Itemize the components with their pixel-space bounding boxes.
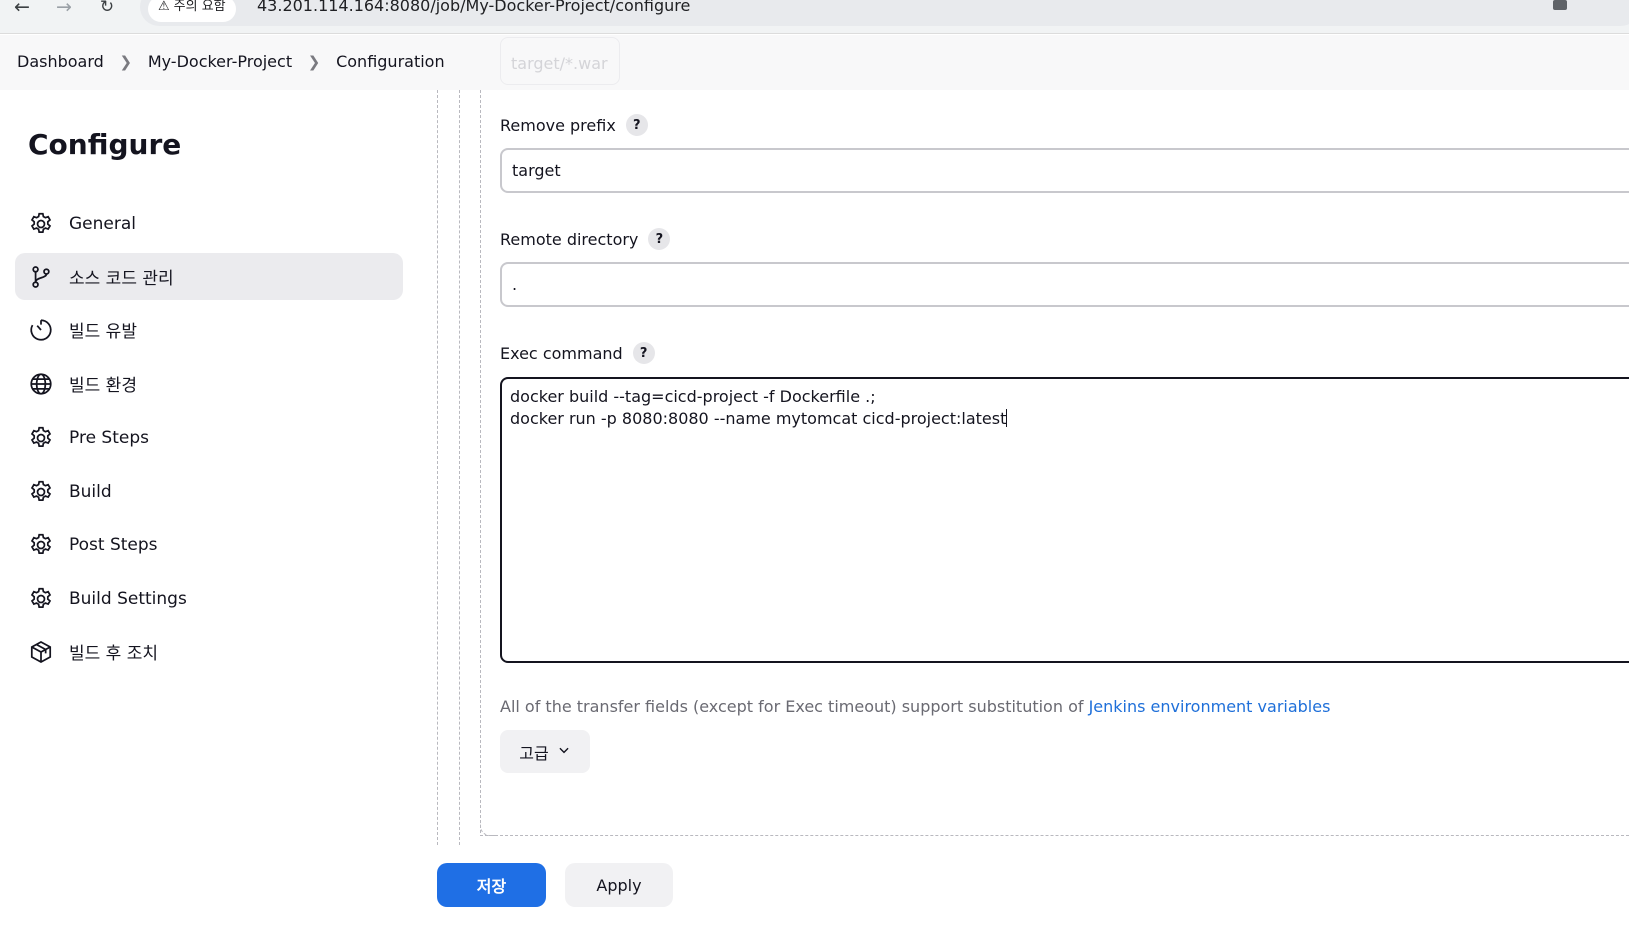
section-guide-corner bbox=[480, 822, 496, 836]
advanced-label: 고급 bbox=[519, 743, 549, 763]
exec-command-label: Exec command ? bbox=[500, 342, 655, 364]
back-arrow-icon[interactable]: ← bbox=[10, 0, 34, 18]
scrolled-field: target/*.war bbox=[500, 37, 620, 85]
section-guide-line bbox=[437, 90, 438, 850]
help-icon[interactable]: ? bbox=[648, 228, 671, 250]
exec-command-textarea[interactable]: docker build --tag=cicd-project -f Docke… bbox=[500, 377, 1629, 663]
package-icon bbox=[28, 639, 54, 665]
help-icon[interactable]: ? bbox=[625, 114, 648, 136]
timer-icon bbox=[28, 317, 54, 343]
remote-directory-label-text: Remote directory bbox=[500, 229, 639, 249]
gear-icon bbox=[28, 586, 54, 612]
sidebar-item-label: Pre Steps bbox=[69, 427, 149, 448]
gear-icon bbox=[28, 532, 54, 558]
forward-arrow-icon[interactable]: → bbox=[52, 0, 76, 18]
sidebar-item-label: Build bbox=[69, 481, 112, 502]
sidebar-item-label: Build Settings bbox=[69, 588, 187, 609]
section-guide-line bbox=[459, 90, 460, 850]
exec-command-label-text: Exec command bbox=[500, 343, 623, 363]
reload-icon[interactable]: ↻ bbox=[95, 0, 119, 18]
sidebar-item-label: 빌드 환경 bbox=[69, 376, 137, 396]
help-icon[interactable]: ? bbox=[632, 342, 655, 364]
remove-prefix-input[interactable] bbox=[500, 148, 1629, 193]
help-text: All of the transfer fields (except for E… bbox=[500, 697, 1330, 716]
breadcrumb-dashboard[interactable]: Dashboard bbox=[17, 52, 104, 71]
security-label: 주의 요함 bbox=[173, 0, 226, 14]
sidebar-item-label: 빌드 후 조치 bbox=[69, 644, 159, 664]
remote-directory-input[interactable] bbox=[500, 262, 1629, 307]
chevron-down-icon bbox=[557, 742, 571, 761]
sidebar-item-general[interactable]: General bbox=[15, 200, 403, 247]
remove-prefix-label-text: Remove prefix bbox=[500, 115, 616, 135]
sidebar-item-build-settings[interactable]: Build Settings bbox=[15, 575, 403, 622]
advanced-button[interactable]: 고급 bbox=[500, 730, 590, 773]
breadcrumb: Dashboard ❯ My-Docker-Project ❯ Configur… bbox=[17, 52, 445, 71]
gear-icon bbox=[28, 211, 54, 237]
warning-icon: ⚠ bbox=[158, 0, 170, 14]
page-title: Configure bbox=[28, 128, 182, 161]
sidebar-item-label: General bbox=[69, 213, 136, 234]
chevron-right-icon: ❯ bbox=[307, 52, 321, 71]
help-text-body: All of the transfer fields (except for E… bbox=[500, 697, 1089, 716]
apply-button[interactable]: Apply bbox=[565, 863, 673, 907]
sidebar-item-label: Post Steps bbox=[69, 534, 158, 555]
chevron-right-icon: ❯ bbox=[119, 52, 133, 71]
breadcrumb-configuration[interactable]: Configuration bbox=[336, 52, 445, 71]
sidebar-item-label: 빌드 유발 bbox=[69, 322, 137, 342]
globe-icon bbox=[28, 371, 54, 397]
address-bar[interactable]: ⚠ 주의 요함 43.201.114.164:8080/job/My-Docke… bbox=[140, 0, 1629, 26]
save-button[interactable]: 저장 bbox=[437, 863, 546, 907]
section-guide-line bbox=[480, 835, 1629, 836]
sidebar: Configure General 소스 코드 관리 빌드 유발 빌드 환경 P… bbox=[0, 90, 420, 850]
breadcrumb-project[interactable]: My-Docker-Project bbox=[148, 52, 292, 71]
exec-command-line: docker run -p 8080:8080 --name mytomcat … bbox=[510, 408, 1629, 430]
branch-icon bbox=[28, 264, 54, 290]
sidebar-item-source-code[interactable]: 소스 코드 관리 bbox=[15, 253, 403, 300]
url-text[interactable]: 43.201.114.164:8080/job/My-Docker-Projec… bbox=[257, 0, 690, 17]
breadcrumb-bar: target/*.war Dashboard ❯ My-Docker-Proje… bbox=[0, 35, 1629, 90]
jenkins-env-vars-link[interactable]: Jenkins environment variables bbox=[1089, 697, 1331, 716]
remote-directory-label: Remote directory ? bbox=[500, 228, 671, 250]
extension-icon[interactable] bbox=[1553, 0, 1567, 10]
sidebar-item-pre-steps[interactable]: Pre Steps bbox=[15, 414, 403, 461]
gear-icon bbox=[28, 479, 54, 505]
exec-command-line: docker build --tag=cicd-project -f Docke… bbox=[510, 387, 876, 406]
sidebar-item-label: 소스 코드 관리 bbox=[69, 269, 174, 289]
browser-toolbar: ← → ↻ ⚠ 주의 요함 43.201.114.164:8080/job/My… bbox=[0, 0, 1629, 34]
sidebar-item-build-environment[interactable]: 빌드 환경 bbox=[15, 360, 403, 407]
gear-icon bbox=[28, 425, 54, 451]
sidebar-item-post-build-actions[interactable]: 빌드 후 조치 bbox=[15, 628, 403, 675]
sidebar-item-post-steps[interactable]: Post Steps bbox=[15, 521, 403, 568]
sidebar-item-build-triggers[interactable]: 빌드 유발 bbox=[15, 306, 403, 353]
section-guide-line bbox=[480, 90, 481, 833]
sidebar-item-build[interactable]: Build bbox=[15, 468, 403, 515]
text-caret bbox=[1006, 409, 1008, 427]
security-chip[interactable]: ⚠ 주의 요함 bbox=[148, 0, 236, 22]
exec-command-line-text: docker run -p 8080:8080 --name mytomcat … bbox=[510, 409, 1007, 428]
remove-prefix-label: Remove prefix ? bbox=[500, 114, 648, 136]
